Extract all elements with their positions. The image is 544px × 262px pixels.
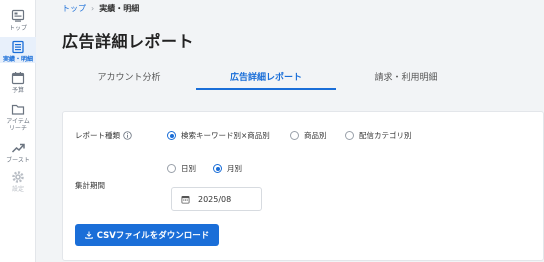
tab-billing-usage[interactable]: 請求・利用明細 bbox=[336, 62, 476, 90]
sidebar-item-label: 設定 bbox=[11, 186, 24, 193]
sidebar-item-item-reach[interactable]: アイテム リーチ bbox=[0, 102, 36, 134]
radio-label: 配信カテゴリ別 bbox=[359, 131, 412, 140]
radio-label: 商品別 bbox=[304, 131, 327, 140]
trend-up-icon bbox=[11, 143, 25, 153]
tab-bar: アカウント分析 広告詳細レポート 請求・利用明細 bbox=[62, 62, 544, 90]
breadcrumb: トップ › 実績・明細 bbox=[62, 4, 139, 14]
radio-label: 検索キーワード別×商品別 bbox=[181, 131, 270, 140]
report-settings-card: レポート種類 検索キーワード別×商品別 商品別 配信カテゴリ別 日別 月別 集計… bbox=[62, 111, 544, 261]
active-tab-indicator bbox=[196, 88, 336, 90]
radio-monthly[interactable]: 月別 bbox=[213, 163, 242, 174]
tab-ad-detail-report[interactable]: 広告詳細レポート bbox=[196, 62, 336, 90]
sidebar-item-label: アイテム リーチ bbox=[6, 118, 30, 132]
sidebar-item-label: トップ bbox=[8, 25, 27, 32]
radio-daily[interactable]: 日別 bbox=[167, 163, 196, 174]
radio-keyword-by-product[interactable]: 検索キーワード別×商品別 bbox=[167, 130, 270, 141]
sidebar-item-settings[interactable]: 設定 bbox=[0, 170, 36, 202]
sidebar-item-boost[interactable]: ブースト bbox=[0, 141, 36, 173]
radio-label: 日別 bbox=[181, 164, 196, 173]
breadcrumb-home-link[interactable]: トップ bbox=[62, 4, 86, 14]
radio-indicator bbox=[290, 131, 299, 140]
radio-indicator bbox=[167, 131, 176, 140]
radio-by-delivery-category[interactable]: 配信カテゴリ別 bbox=[345, 130, 412, 141]
chevron-right-icon: › bbox=[91, 4, 95, 13]
page-title: 広告詳細レポート bbox=[62, 32, 195, 51]
calendar-icon bbox=[181, 195, 190, 204]
sidebar-item-budget[interactable]: 予算 bbox=[0, 71, 36, 103]
report-type-label-text: レポート種類 bbox=[75, 131, 120, 140]
document-list-icon bbox=[12, 40, 24, 54]
radio-by-product[interactable]: 商品別 bbox=[290, 130, 327, 141]
dashboard-icon bbox=[11, 9, 25, 22]
sidebar-item-label: ブースト bbox=[6, 157, 30, 164]
download-csv-label: CSVファイルをダウンロード bbox=[96, 231, 210, 241]
info-icon[interactable] bbox=[123, 131, 132, 140]
download-icon bbox=[84, 231, 93, 239]
sidebar-item-results[interactable]: 実績・明細 bbox=[0, 37, 36, 63]
radio-indicator bbox=[213, 164, 222, 173]
main-content: トップ › 実績・明細 広告詳細レポート アカウント分析 広告詳細レポート 請求… bbox=[37, 0, 544, 262]
breadcrumb-current: 実績・明細 bbox=[99, 4, 140, 13]
folder-icon bbox=[11, 104, 25, 115]
report-type-label: レポート種類 bbox=[75, 130, 132, 141]
sidebar-item-label: 実績・明細 bbox=[2, 56, 33, 63]
radio-indicator bbox=[345, 131, 354, 140]
sidebar: トップ 実績・明細 予算 アイテム リーチ ブースト 設定 bbox=[0, 0, 36, 262]
radio-indicator bbox=[167, 164, 176, 173]
sidebar-item-label: 予算 bbox=[11, 87, 24, 94]
period-label: 集計期間 bbox=[75, 181, 105, 190]
radio-label: 月別 bbox=[227, 164, 242, 173]
calendar-icon bbox=[11, 72, 25, 85]
month-picker-value: 2025/08 bbox=[198, 194, 232, 204]
month-picker-input[interactable]: 2025/08 bbox=[171, 187, 262, 211]
tab-account-analysis[interactable]: アカウント分析 bbox=[62, 62, 196, 90]
download-csv-button[interactable]: CSVファイルをダウンロード bbox=[75, 224, 219, 246]
gear-icon bbox=[12, 171, 24, 183]
